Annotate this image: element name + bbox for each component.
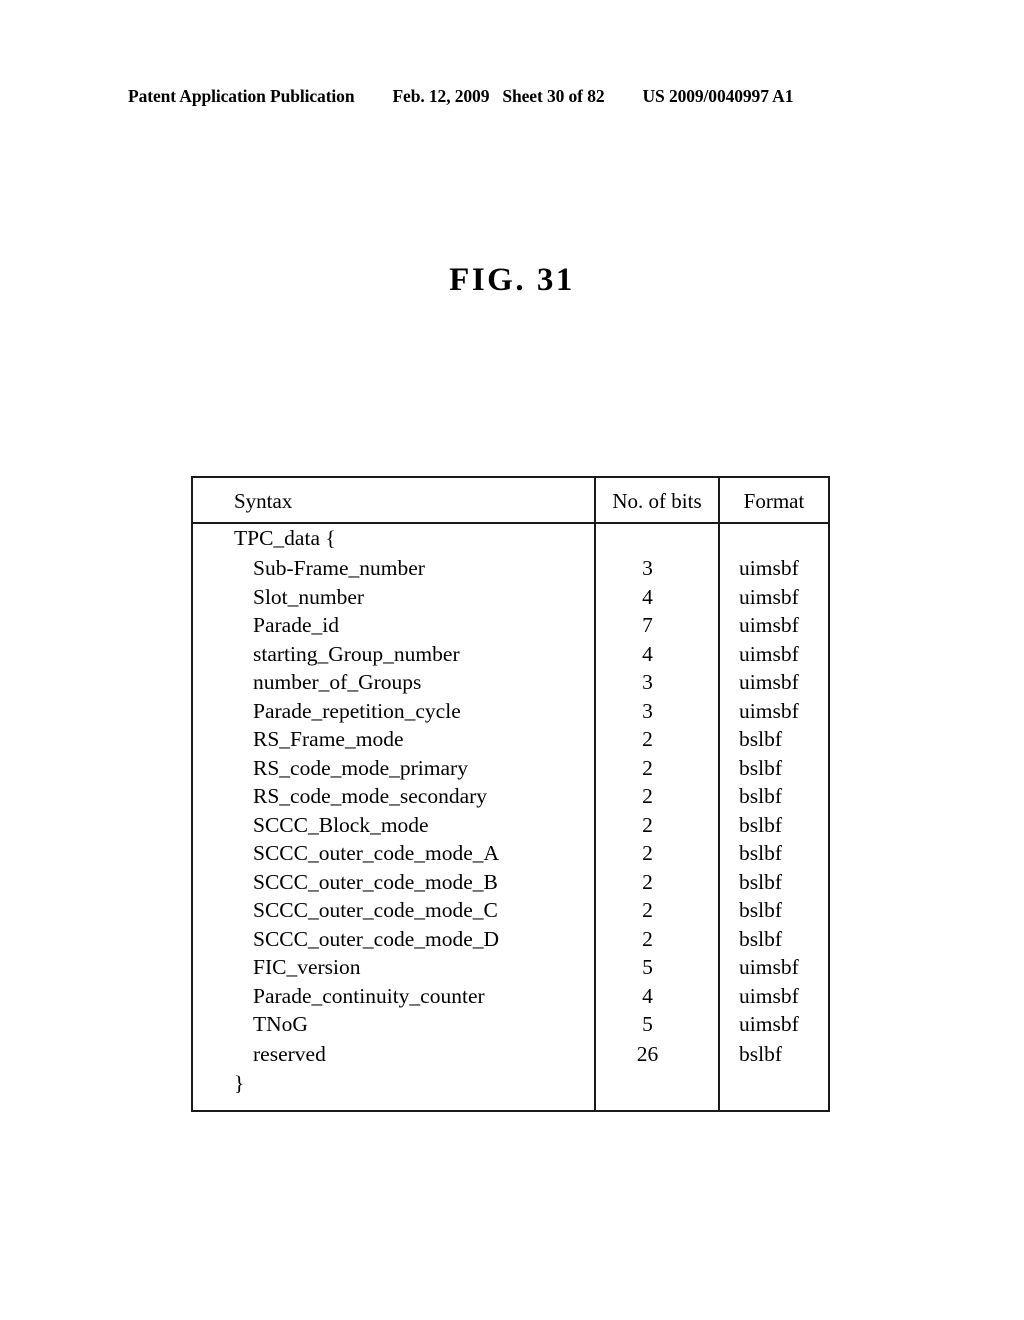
- cell-no-of-bits: 3: [642, 556, 653, 580]
- cell-format: bslbf: [739, 755, 782, 780]
- table-rows: TPC_data {Sub-Frame_number 3 uimsbf Slot_nu…: [193, 524, 828, 1097]
- cell-no-of-bits: 2: [642, 926, 653, 951]
- cell-format: uimsbf: [739, 584, 799, 609]
- cell-format: [718, 524, 828, 554]
- cell-syntax: FIC_version: [253, 955, 361, 979]
- cell-syntax: RS_Frame_mode: [253, 727, 404, 751]
- cell-format: bslbf: [739, 926, 782, 951]
- cell-format: bslbf: [739, 784, 782, 808]
- cell-format: bslbf: [739, 869, 782, 894]
- cell-no-of-bits: 2: [642, 869, 653, 894]
- table-row: SCCC_outer_code_mode_B 2 bslbf: [193, 868, 828, 897]
- patent-number: US 2009/0040997 A1: [642, 86, 794, 106]
- cell-no-of-bits: 26: [636, 1042, 659, 1066]
- publication-date: Feb. 12, 2009: [392, 86, 490, 106]
- cell-format: uimsbf: [739, 1012, 799, 1036]
- cell-no-of-bits: 5: [642, 955, 653, 979]
- cell-format: bslbf: [739, 1042, 782, 1066]
- cell-syntax: SCCC_Block_mode: [253, 812, 429, 837]
- cell-no-of-bits: [594, 524, 718, 554]
- cell-syntax: number_of_Groups: [253, 670, 422, 694]
- cell-syntax: SCCC_outer_code_mode_C: [253, 898, 498, 922]
- table-row: }: [193, 1069, 828, 1098]
- cell-no-of-bits: [594, 1069, 718, 1098]
- column-header-syntax: Syntax: [234, 489, 293, 513]
- table-row: SCCC_outer_code_mode_D 2 bslbf: [193, 925, 828, 954]
- cell-syntax: TPC_data {: [234, 526, 336, 550]
- cell-format: bslbf: [739, 898, 782, 922]
- sheet-number: Sheet 30 of 82: [502, 86, 605, 106]
- cell-format: uimsbf: [739, 613, 799, 637]
- cell-format: bslbf: [739, 727, 782, 751]
- cell-syntax: }: [234, 1070, 245, 1095]
- table-row: RS_code_mode_secondary 2 bslbf: [193, 782, 828, 811]
- table-row: starting_Group_number 4 uimsbf: [193, 640, 828, 669]
- table-header-row: Syntax No. of bits Format: [193, 478, 828, 524]
- cell-syntax: SCCC_outer_code_mode_D: [253, 926, 500, 951]
- cell-syntax: reserved: [253, 1042, 326, 1066]
- table-row: SCCC_outer_code_mode_C 2 bslbf: [193, 896, 828, 925]
- cell-no-of-bits: 5: [642, 1012, 653, 1036]
- table-row: SCCC_Block_mode 2 bslbf: [193, 811, 828, 840]
- cell-syntax: SCCC_outer_code_mode_B: [253, 869, 498, 894]
- cell-syntax: RS_code_mode_primary: [253, 755, 468, 780]
- cell-syntax: starting_Group_number: [253, 641, 460, 666]
- cell-no-of-bits: 2: [642, 812, 653, 837]
- table-row: Slot_number 4 uimsbf: [193, 583, 828, 612]
- cell-no-of-bits: 4: [642, 641, 653, 666]
- cell-syntax: Sub-Frame_number: [253, 556, 425, 580]
- syntax-table: Syntax No. of bits Format TPC_data { Sub-…: [191, 476, 830, 1112]
- cell-format: uimsbf: [739, 641, 799, 666]
- column-header-no-of-bits: No. of bits: [594, 478, 718, 524]
- cell-format: uimsbf: [739, 955, 799, 979]
- cell-format: uimsbf: [739, 670, 799, 694]
- cell-format: [718, 1069, 828, 1098]
- cell-format: bslbf: [739, 812, 782, 837]
- table-row: SCCC_outer_code_mode_A 2 bslbf: [193, 839, 828, 868]
- cell-syntax: Slot_number: [253, 584, 365, 609]
- cell-no-of-bits: 4: [642, 983, 653, 1008]
- table-row: reserved 26 bslbf: [193, 1040, 828, 1069]
- patent-page: { "header": { "publication": "Patent App…: [0, 0, 1024, 1320]
- cell-no-of-bits: 4: [642, 584, 653, 609]
- cell-syntax: TNoG: [253, 1012, 308, 1036]
- publication-label: Patent Application Publication: [128, 86, 355, 106]
- table-row: TNoG 5 uimsbf: [193, 1010, 828, 1040]
- column-header-format: Format: [718, 478, 828, 524]
- cell-format: uimsbf: [739, 698, 799, 723]
- cell-no-of-bits: 3: [642, 698, 653, 723]
- page-running-header: Patent Application Publication Feb. 12, …: [128, 86, 896, 107]
- table-row: RS_code_mode_primary 2 bslbf: [193, 754, 828, 783]
- table-body: TPC_data {Sub-Frame_number 3 uimsbf Slot_nu…: [193, 524, 828, 1110]
- cell-no-of-bits: 2: [642, 727, 653, 751]
- table-row: RS_Frame_mode 2 bslbf: [193, 725, 828, 754]
- table-row: Parade_repetition_cycle 3 uimsbf: [193, 697, 828, 726]
- cell-syntax: SCCC_outer_code_mode_A: [253, 841, 500, 865]
- cell-no-of-bits: 2: [642, 898, 653, 922]
- cell-format: bslbf: [739, 841, 782, 865]
- cell-syntax: Parade_continuity_counter: [253, 983, 485, 1008]
- cell-format: uimsbf: [739, 556, 799, 580]
- cell-no-of-bits: 2: [642, 784, 653, 808]
- cell-no-of-bits: 3: [642, 670, 653, 694]
- cell-format: uimsbf: [739, 983, 799, 1008]
- cell-no-of-bits: 2: [642, 755, 653, 780]
- table-row: TPC_data {: [193, 524, 828, 554]
- cell-no-of-bits: 2: [642, 841, 653, 865]
- table-row: Sub-Frame_number 3 uimsbf: [193, 554, 828, 583]
- cell-syntax: RS_code_mode_secondary: [253, 784, 488, 808]
- table-row: Parade_id 7 uimsbf: [193, 611, 828, 640]
- cell-syntax: Parade_repetition_cycle: [253, 698, 461, 723]
- table-row: Parade_continuity_counter 4 uimsbf: [193, 982, 828, 1011]
- cell-no-of-bits: 7: [642, 613, 653, 637]
- figure-caption: FIG. 31: [449, 262, 575, 298]
- cell-syntax: Parade_id: [253, 613, 339, 637]
- table-row: FIC_version 5 uimsbf: [193, 953, 828, 982]
- table-row: number_of_Groups 3 uimsbf: [193, 668, 828, 697]
